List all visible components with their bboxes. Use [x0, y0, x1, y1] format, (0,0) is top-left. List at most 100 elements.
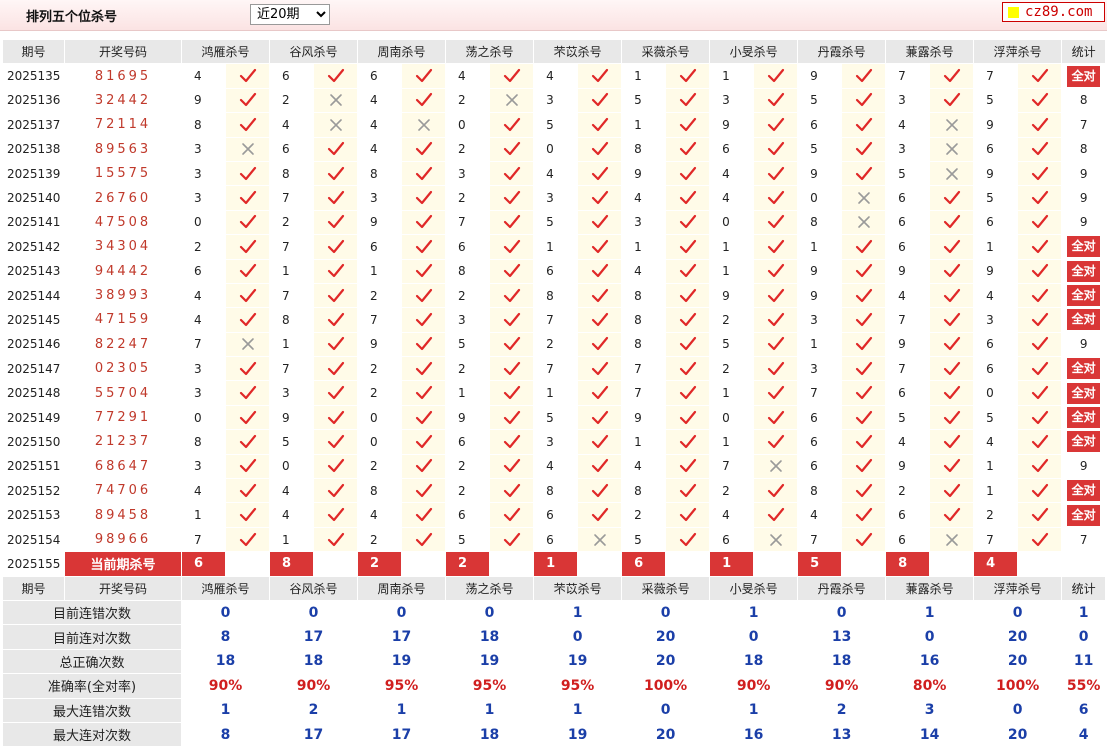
stat-cell: 全对	[1061, 307, 1107, 333]
correct-cell	[929, 453, 975, 480]
kill-number-cell: 8	[621, 307, 667, 333]
stats-value: 2	[797, 697, 887, 723]
correct-cell	[753, 429, 799, 455]
check-icon	[403, 214, 445, 230]
correct-cell	[929, 234, 975, 260]
draw-number-cell: 89458	[64, 502, 182, 528]
correct-cell	[841, 63, 887, 89]
kill-number-cell: 5	[797, 136, 843, 162]
kill-number-cell: 2	[445, 136, 491, 162]
kill-number-cell: 8	[533, 478, 579, 504]
check-icon	[1019, 117, 1061, 133]
kill-number-cell: 6	[885, 502, 931, 528]
correct-cell	[489, 136, 535, 162]
kill-number-cell: 6	[357, 234, 403, 260]
stats-value: 13	[797, 624, 887, 650]
correct-cell	[1017, 478, 1063, 504]
correct-cell	[401, 404, 447, 431]
kill-number-cell: 1	[269, 331, 315, 358]
check-icon	[315, 361, 357, 377]
kill-number-cell: 1	[709, 429, 755, 455]
check-icon	[931, 288, 973, 304]
kill-number-cell: 2	[533, 331, 579, 358]
table-row: 2025141 47508 0 2 9 7 5 3 0 8 6 6 9	[2, 209, 1107, 236]
col-header-draw: 开奖号码	[64, 38, 182, 65]
kill-number-cell: 9	[269, 404, 315, 431]
correct-cell	[577, 136, 623, 162]
check-icon	[491, 263, 533, 279]
correct-cell	[224, 209, 271, 236]
kill-number-cell: 1	[797, 331, 843, 358]
check-icon	[667, 385, 709, 401]
kill-number-cell: 9	[797, 258, 843, 284]
kill-number-cell: 6	[885, 209, 931, 236]
correct-cell	[224, 112, 271, 138]
check-icon	[667, 166, 709, 182]
correct-cell	[577, 234, 623, 260]
kill-number-cell: 9	[973, 160, 1019, 187]
kill-number-cell: 5	[269, 429, 315, 455]
kill-number-cell: 3	[445, 160, 491, 187]
correct-cell	[841, 404, 887, 431]
table-row: 2025137 72114 8 4 4 0 5 1 9 6 4 9 7	[2, 112, 1107, 138]
check-icon	[843, 312, 885, 328]
kill-number-cell: 4	[621, 258, 667, 284]
correct-cell	[489, 526, 535, 553]
check-icon	[315, 312, 357, 328]
period-cell: 2025140	[2, 185, 65, 211]
stats-value: 95%	[533, 673, 623, 699]
kill-number-cell: 5	[885, 160, 931, 187]
check-icon	[403, 141, 445, 157]
correct-cell	[841, 234, 887, 260]
site-logo[interactable]: cz89.com	[1002, 2, 1105, 22]
correct-cell	[313, 380, 359, 406]
all-correct-badge: 全对	[1067, 65, 1101, 87]
correct-cell	[929, 87, 975, 114]
check-icon	[579, 483, 621, 499]
blank-cell	[1017, 551, 1063, 577]
check-icon	[403, 532, 445, 548]
correct-cell	[753, 87, 799, 114]
kill-number-cell: 8	[269, 307, 315, 333]
check-icon	[403, 410, 445, 426]
check-icon	[843, 361, 885, 377]
check-icon	[1019, 263, 1061, 279]
wrong-cell	[929, 136, 975, 162]
correct-cell	[401, 63, 447, 89]
kill-number-cell: 4	[709, 502, 755, 528]
check-icon	[667, 288, 709, 304]
blank-cell	[753, 551, 799, 577]
range-select[interactable]: 近20期	[250, 4, 330, 25]
kill-number-cell: 7	[621, 356, 667, 382]
kill-number-cell: 4	[621, 185, 667, 211]
check-icon	[1019, 410, 1061, 426]
kill-number-cell: 3	[621, 209, 667, 236]
correct-cell	[665, 307, 711, 333]
check-icon	[403, 68, 445, 84]
correct-cell	[929, 478, 975, 504]
correct-cell	[1017, 185, 1063, 211]
check-icon	[491, 385, 533, 401]
check-icon	[1019, 190, 1061, 206]
kill-number-cell: 4	[533, 160, 579, 187]
correct-cell	[929, 258, 975, 284]
correct-cell	[401, 258, 447, 284]
correct-cell	[665, 404, 711, 431]
kill-number-cell: 8	[621, 136, 667, 162]
check-icon	[931, 214, 973, 230]
current-kill-number: 4	[973, 551, 1019, 577]
kill-number-cell: 1	[445, 380, 491, 406]
check-icon	[667, 92, 709, 108]
correct-cell	[841, 526, 887, 553]
stats-value: 20	[973, 624, 1063, 650]
check-icon	[579, 141, 621, 157]
correct-cell	[841, 87, 887, 114]
logo-text: cz89.com	[1025, 4, 1093, 20]
period-cell: 2025137	[2, 112, 65, 138]
check-icon	[227, 288, 269, 304]
correct-cell	[577, 404, 623, 431]
correct-cell	[753, 209, 799, 236]
kill-number-cell: 4	[269, 112, 315, 138]
check-icon	[667, 141, 709, 157]
kill-number-cell: 2	[357, 526, 403, 553]
